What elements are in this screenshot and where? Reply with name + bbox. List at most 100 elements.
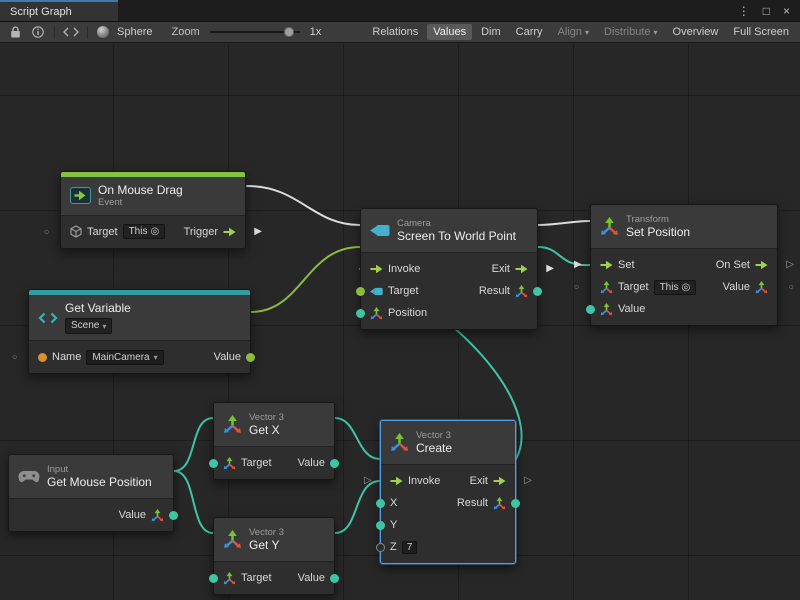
- port-x-in[interactable]: [376, 499, 385, 508]
- variable-scope-label: Scene: [71, 320, 99, 332]
- toolbar-target-name[interactable]: Sphere: [117, 26, 152, 38]
- node-header: Transform Set Position: [591, 205, 777, 249]
- wire-variable-to-target[interactable]: [251, 247, 360, 312]
- node-get-variable[interactable]: Get Variable Scene ▾ ○ Name MainCamera ▾…: [28, 289, 251, 374]
- port-exit-out[interactable]: ▷: [524, 476, 532, 486]
- full-screen-button[interactable]: Full Screen: [727, 24, 795, 40]
- graph-canvas[interactable]: On Mouse Drag Event ○ Target This ◎ Trig…: [0, 44, 800, 600]
- port-value-out[interactable]: ○: [789, 283, 794, 292]
- port-y-in[interactable]: [376, 521, 385, 530]
- dim-label: Dim: [481, 26, 501, 38]
- z-value-field[interactable]: 7: [402, 541, 418, 554]
- zoom-slider-knob[interactable]: [284, 27, 294, 37]
- port-value-out[interactable]: [246, 353, 255, 362]
- flow-out-icon: [223, 227, 236, 237]
- this-chip-label: This: [129, 226, 148, 237]
- port-target-in[interactable]: [209, 574, 218, 583]
- port-row: ○ Name MainCamera ▾ Value: [29, 346, 250, 368]
- node-get-y[interactable]: Vector 3 Get Y Target Value: [213, 517, 335, 595]
- node-category: Vector 3: [416, 430, 452, 441]
- port-invoke-in[interactable]: ▷: [364, 476, 372, 486]
- align-button[interactable]: Align▾: [552, 24, 595, 40]
- port-label-z: Z: [390, 541, 397, 553]
- node-get-mouse-position[interactable]: Input Get Mouse Position Value: [8, 454, 174, 532]
- overview-button[interactable]: Overview: [667, 24, 725, 40]
- vector3-icon: [600, 281, 613, 294]
- node-vector3-create[interactable]: Vector 3 Create ▷ Invoke Exit ▷ X Result: [380, 420, 516, 564]
- separator: [54, 26, 55, 39]
- port-target-indicator[interactable]: ○: [574, 283, 579, 292]
- values-button[interactable]: Values: [427, 24, 472, 40]
- node-subtitle: Event: [98, 197, 183, 208]
- variable-name-value: MainCamera: [92, 352, 149, 363]
- port-row: X Result: [381, 492, 515, 514]
- port-on-set-out[interactable]: ▷: [786, 260, 794, 270]
- port-result-out[interactable]: [533, 287, 542, 296]
- variable-name-dropdown[interactable]: MainCamera ▾: [86, 350, 163, 365]
- node-set-position[interactable]: Transform Set Position ▶ Set On Set ▷ ○ …: [590, 204, 778, 326]
- port-label-position: Position: [388, 307, 427, 319]
- port-exit-out[interactable]: ▶: [546, 264, 554, 274]
- port-set-in[interactable]: ▶: [574, 260, 582, 270]
- port-value-out[interactable]: [169, 511, 178, 520]
- port-result-out[interactable]: [511, 499, 520, 508]
- code-icon[interactable]: [61, 24, 81, 41]
- maximize-icon[interactable]: □: [763, 4, 770, 18]
- wire-mouse-to-gety[interactable]: [174, 471, 213, 533]
- dim-button[interactable]: Dim: [475, 24, 507, 40]
- this-chip[interactable]: This ◎: [654, 280, 697, 295]
- relations-button[interactable]: Relations: [366, 24, 424, 40]
- variable-scope-dropdown[interactable]: Scene ▾: [65, 318, 112, 334]
- wire-exit-to-set[interactable]: [538, 221, 590, 225]
- chevron-down-icon: ▾: [585, 28, 589, 37]
- event-icon: [70, 187, 91, 204]
- carry-button[interactable]: Carry: [510, 24, 549, 40]
- port-target-in[interactable]: [209, 459, 218, 468]
- info-icon[interactable]: [28, 24, 48, 41]
- port-row: ○ Target This ◎ Trigger ▶: [61, 221, 245, 243]
- port-target-in[interactable]: ○: [44, 227, 49, 236]
- wire-mouse-to-getx[interactable]: [174, 418, 213, 471]
- tab-script-graph[interactable]: Script Graph: [0, 0, 118, 21]
- zoom-slider[interactable]: [210, 31, 300, 33]
- this-chip[interactable]: This ◎: [123, 224, 166, 239]
- wire-trigger-to-invoke[interactable]: [247, 186, 360, 225]
- node-title: Create: [416, 441, 452, 455]
- port-row: ○ Target This ◎ Value ○: [591, 276, 777, 298]
- port-label-target: Target: [388, 285, 419, 297]
- port-name-in[interactable]: [38, 353, 47, 362]
- node-on-mouse-drag[interactable]: On Mouse Drag Event ○ Target This ◎ Trig…: [60, 171, 246, 249]
- align-label: Align: [558, 26, 582, 38]
- node-category: Input: [47, 464, 152, 475]
- wire-getx-to-create-x[interactable]: [335, 418, 380, 459]
- distribute-button[interactable]: Distribute▾: [598, 24, 663, 40]
- camera-icon: [370, 224, 390, 237]
- node-title: Get Variable: [65, 301, 131, 315]
- zoom-label: Zoom: [171, 26, 199, 38]
- port-position-in[interactable]: [356, 309, 365, 318]
- port-z-in[interactable]: [376, 543, 385, 552]
- port-row: Y: [381, 514, 515, 536]
- port-value-out[interactable]: [330, 574, 339, 583]
- port-trigger-out[interactable]: ▶: [254, 227, 262, 237]
- port-value-in[interactable]: [586, 305, 595, 314]
- node-get-x[interactable]: Vector 3 Get X Target Value: [213, 402, 335, 480]
- wire-gety-to-create-y[interactable]: [335, 481, 380, 533]
- flow-out-icon: [755, 260, 768, 270]
- port-target-in[interactable]: [356, 287, 365, 296]
- port-row: Target Result: [361, 280, 537, 302]
- port-name-indicator[interactable]: ○: [12, 353, 17, 362]
- close-icon[interactable]: ×: [783, 4, 790, 18]
- vector3-icon: [493, 497, 506, 510]
- vector3-icon: [515, 285, 528, 298]
- port-label-set: Set: [618, 259, 635, 271]
- relations-label: Relations: [372, 26, 418, 38]
- port-label-result: Result: [479, 285, 510, 297]
- port-label-invoke: Invoke: [408, 475, 440, 487]
- lock-icon[interactable]: [5, 24, 25, 41]
- window-menu-icon[interactable]: ⋮: [738, 4, 750, 18]
- port-value-out[interactable]: [330, 459, 339, 468]
- node-screen-to-world-point[interactable]: Camera Screen To World Point Invoke Exit…: [360, 208, 538, 330]
- node-title: On Mouse Drag: [98, 183, 183, 197]
- flow-in-icon[interactable]: [370, 264, 383, 274]
